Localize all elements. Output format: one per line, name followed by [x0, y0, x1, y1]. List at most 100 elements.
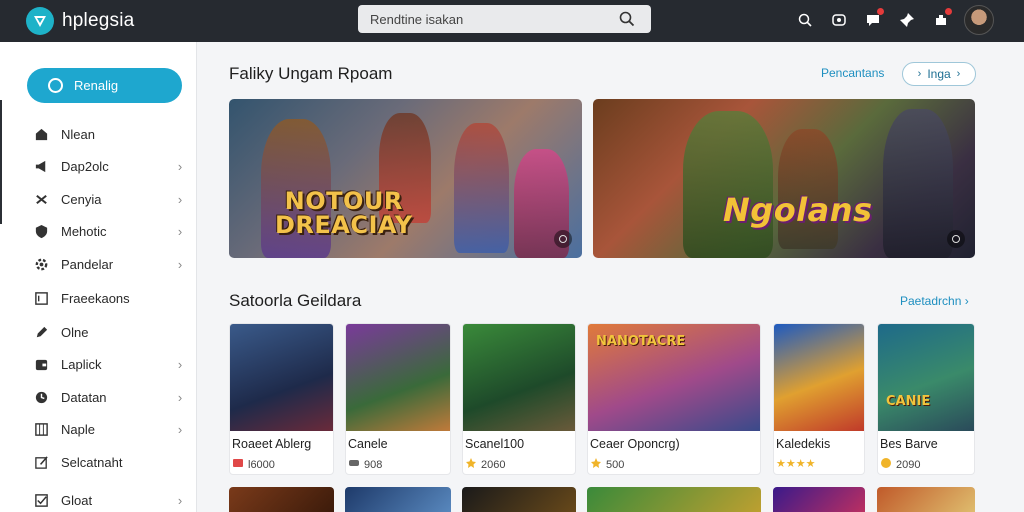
- sidebar-item-label: Nlean: [61, 126, 95, 142]
- game-meta-value: 2090: [896, 458, 921, 471]
- featured-next-button[interactable]: › Inga ›: [902, 62, 976, 86]
- pin-icon[interactable]: [890, 6, 924, 34]
- sidebar-item[interactable]: Nlean: [27, 122, 187, 146]
- game-thumbnail[interactable]: [230, 324, 333, 431]
- sidebar-item[interactable]: Gloat ›: [27, 488, 187, 512]
- game-card[interactable]: [877, 487, 975, 512]
- game-title[interactable]: Canele: [348, 437, 388, 451]
- game-meta-value: 500: [606, 458, 625, 471]
- game-thumbnail[interactable]: NANOTACRE: [588, 324, 760, 431]
- brand-logo-icon: [26, 7, 54, 35]
- sidebar-item[interactable]: Dap2olc ›: [27, 154, 187, 178]
- game-art-title: NANOTACRE: [596, 334, 686, 349]
- featured-banner[interactable]: NOTOUR DREACIAY: [229, 99, 582, 258]
- featured-see-all-link[interactable]: Pencantans: [821, 66, 884, 80]
- banner-title: Ngolans: [723, 191, 873, 229]
- sidebar-item[interactable]: Fraeekaons: [27, 286, 187, 310]
- chevron-right-icon: ›: [177, 256, 183, 272]
- game-meta: l6000: [232, 457, 275, 472]
- home-icon: [33, 126, 49, 142]
- game-meta: 2090: [880, 457, 920, 472]
- game-meta-value: l6000: [248, 458, 275, 471]
- sidebar-item[interactable]: Datatan ›: [27, 385, 187, 409]
- game-card[interactable]: Scanel100 2060: [462, 323, 576, 475]
- sidebar-primary-button[interactable]: Renalig: [27, 68, 182, 103]
- sidebar-item[interactable]: Cenyia ›: [27, 187, 187, 211]
- featured-section-title: Faliky Ungam Rpoam: [229, 64, 393, 83]
- game-card[interactable]: NANOTACRE Ceaer Oponcrg) 500: [587, 323, 761, 475]
- search-bar[interactable]: Rendtine isakan: [358, 5, 651, 33]
- game-meta-value: 908: [364, 458, 383, 471]
- games-see-all-label: Paetadrchn: [900, 294, 962, 308]
- controller-icon: [348, 457, 360, 472]
- game-meta: 500: [590, 457, 624, 472]
- sidebar-item-label: Gloat: [61, 492, 93, 508]
- chevron-right-icon: ›: [177, 356, 183, 372]
- chat-icon[interactable]: [856, 6, 890, 34]
- game-title[interactable]: Roaeet Ablerg: [232, 437, 311, 451]
- sidebar-item-label: Selcatnaht: [61, 454, 123, 470]
- game-card[interactable]: [773, 487, 865, 512]
- avatar[interactable]: [964, 5, 994, 35]
- notification-badge: [945, 8, 952, 15]
- puzzle-icon[interactable]: [924, 6, 958, 34]
- game-card[interactable]: [345, 487, 451, 512]
- gear-icon: [33, 256, 49, 272]
- game-card[interactable]: [587, 487, 761, 512]
- game-card[interactable]: [462, 487, 576, 512]
- game-title[interactable]: Ceaer Oponcrg): [590, 437, 680, 451]
- sidebar-item-label: Fraeekaons: [61, 290, 130, 306]
- chevron-right-icon: ›: [177, 492, 183, 508]
- banner-indicator-icon[interactable]: [554, 230, 572, 248]
- star-icon: [465, 457, 477, 472]
- game-thumbnail[interactable]: [463, 324, 575, 431]
- controller-icon[interactable]: [822, 6, 856, 34]
- game-card[interactable]: CANIE Bes Barve 2090: [877, 323, 975, 475]
- coin-icon: [880, 457, 892, 472]
- chevron-right-icon: ›: [177, 421, 183, 437]
- game-title[interactable]: Scanel100: [465, 437, 524, 451]
- banner-title: NOTOUR DREACIAY: [275, 187, 413, 239]
- sidebar-item[interactable]: Pandelar ›: [27, 252, 187, 276]
- chevron-right-icon: ›: [964, 294, 969, 308]
- chevron-right-icon: ›: [177, 191, 183, 207]
- top-bar-actions: [788, 5, 994, 35]
- game-card[interactable]: [229, 487, 334, 512]
- search-icon[interactable]: [788, 6, 822, 34]
- sidebar-item-label: Datatan: [61, 389, 107, 405]
- game-meta: ★★★★: [776, 457, 815, 470]
- sidebar-item-label: Cenyia: [61, 191, 102, 207]
- circle-icon: [48, 78, 63, 93]
- sidebar-primary-label: Renalig: [74, 78, 119, 93]
- banner-indicator-icon[interactable]: [947, 230, 965, 248]
- gamepad-icon: [33, 191, 49, 207]
- game-title[interactable]: Kaledekis: [776, 437, 830, 451]
- search-input[interactable]: Rendtine isakan: [370, 12, 617, 27]
- sidebar-item-label: Mehotic: [61, 223, 107, 239]
- character-art: [883, 109, 953, 258]
- game-thumbnail[interactable]: [774, 324, 864, 431]
- game-card[interactable]: Kaledekis ★★★★: [773, 323, 865, 475]
- sidebar-item-label: Olne: [61, 324, 89, 340]
- featured-banner[interactable]: Ngolans: [593, 99, 975, 258]
- brand[interactable]: hplegsia: [26, 7, 326, 35]
- sidebar-item[interactable]: Mehotic ›: [27, 219, 187, 243]
- chevron-right-icon: ›: [956, 68, 961, 80]
- sidebar-scrollbar[interactable]: [0, 100, 2, 224]
- game-thumbnail[interactable]: [346, 324, 450, 431]
- game-thumbnail[interactable]: CANIE: [878, 324, 974, 431]
- game-title[interactable]: Bes Barve: [880, 437, 938, 451]
- games-see-all-link[interactable]: Paetadrchn ›: [900, 294, 969, 308]
- chevron-right-icon: ›: [917, 68, 922, 80]
- sidebar-item-label: Naple: [61, 421, 95, 437]
- sidebar-item[interactable]: Selcatnaht: [27, 450, 187, 474]
- sidebar-item[interactable]: Olne: [27, 320, 187, 344]
- game-meta-value: 2060: [481, 458, 506, 471]
- game-card[interactable]: Roaeet Ablerg l6000: [229, 323, 334, 475]
- megaphone-icon: [33, 158, 49, 174]
- pen-icon: [33, 324, 49, 340]
- search-icon[interactable]: [617, 9, 637, 29]
- sidebar-item[interactable]: Laplick ›: [27, 352, 187, 376]
- sidebar-item[interactable]: Naple ›: [27, 417, 187, 441]
- game-card[interactable]: Canele 908: [345, 323, 451, 475]
